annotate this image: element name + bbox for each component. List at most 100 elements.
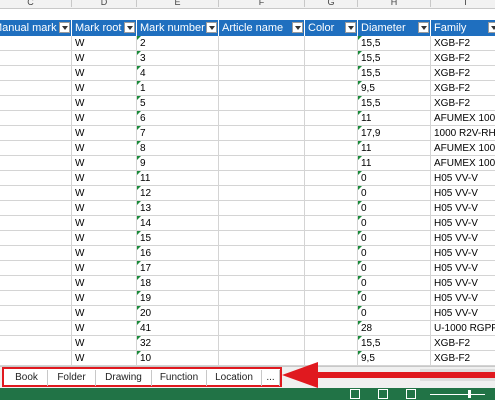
filter-dropdown-icon[interactable] xyxy=(292,22,303,33)
cell-number[interactable]: 32 xyxy=(137,336,219,351)
cell-manual[interactable]: 0 xyxy=(0,276,72,291)
sheet-tab[interactable]: Location xyxy=(207,370,262,386)
cell-manual[interactable]: 0 xyxy=(0,246,72,261)
sheet-tab[interactable]: Drawing xyxy=(96,370,152,386)
cell-color[interactable] xyxy=(305,306,358,321)
column-header[interactable]: Article name xyxy=(219,20,305,36)
column-header[interactable]: Manual mark xyxy=(0,20,72,36)
cell-root[interactable]: W xyxy=(72,156,137,171)
cell-article[interactable] xyxy=(219,141,305,156)
cell-manual[interactable]: 0 xyxy=(0,36,72,51)
cell-color[interactable] xyxy=(305,81,358,96)
cell-manual[interactable]: 0 xyxy=(0,171,72,186)
cell-article[interactable] xyxy=(219,336,305,351)
cell-article[interactable] xyxy=(219,321,305,336)
page-break-icon[interactable] xyxy=(406,389,416,399)
sheet-tab[interactable]: Function xyxy=(152,370,207,386)
cell-manual[interactable]: 0 xyxy=(0,141,72,156)
cell-root[interactable]: W xyxy=(72,36,137,51)
cell-article[interactable] xyxy=(219,291,305,306)
cell-root[interactable]: W xyxy=(72,111,137,126)
cell-diameter[interactable]: 15,5 xyxy=(358,66,431,81)
cell-number[interactable]: 5 xyxy=(137,96,219,111)
cell-manual[interactable]: 0 xyxy=(0,336,72,351)
cell-color[interactable] xyxy=(305,36,358,51)
cell-root[interactable]: W xyxy=(72,81,137,96)
cell-manual[interactable]: 0 xyxy=(0,321,72,336)
cell-family[interactable]: 1000 R2V-RH xyxy=(431,126,495,141)
cell-number[interactable]: 15 xyxy=(137,231,219,246)
cell-family[interactable]: XGB-F2 xyxy=(431,336,495,351)
cell-family[interactable]: H05 VV-V xyxy=(431,246,495,261)
cell-manual[interactable]: 0 xyxy=(0,96,72,111)
cell-color[interactable] xyxy=(305,171,358,186)
cell-family[interactable]: XGB-F2 xyxy=(431,96,495,111)
cell-root[interactable]: W xyxy=(72,216,137,231)
cell-family[interactable]: XGB-F2 xyxy=(431,81,495,96)
cell-number[interactable]: 2 xyxy=(137,36,219,51)
cell-diameter[interactable]: 0 xyxy=(358,246,431,261)
column-letter[interactable]: I xyxy=(431,0,495,7)
filter-dropdown-icon[interactable] xyxy=(488,22,495,33)
cell-family[interactable]: XGB-F2 xyxy=(431,36,495,51)
cell-family[interactable]: H05 VV-V xyxy=(431,201,495,216)
cell-number[interactable]: 19 xyxy=(137,291,219,306)
column-letter[interactable]: C xyxy=(0,0,72,7)
cell-root[interactable]: W xyxy=(72,66,137,81)
cell-diameter[interactable]: 11 xyxy=(358,156,431,171)
cell-manual[interactable]: 0 xyxy=(0,156,72,171)
cell-color[interactable] xyxy=(305,51,358,66)
cell-article[interactable] xyxy=(219,306,305,321)
cell-root[interactable]: W xyxy=(72,171,137,186)
cell-color[interactable] xyxy=(305,231,358,246)
normal-view-icon[interactable] xyxy=(350,389,360,399)
column-header[interactable]: Diameter xyxy=(358,20,431,36)
cell-number[interactable]: 17 xyxy=(137,261,219,276)
cell-article[interactable] xyxy=(219,66,305,81)
filter-dropdown-icon[interactable] xyxy=(124,22,135,33)
cell-article[interactable] xyxy=(219,186,305,201)
cell-article[interactable] xyxy=(219,231,305,246)
cell-manual[interactable]: 0 xyxy=(0,231,72,246)
cell-color[interactable] xyxy=(305,201,358,216)
cell-family[interactable]: H05 VV-V xyxy=(431,261,495,276)
cell-family[interactable]: H05 VV-V xyxy=(431,291,495,306)
cell-family[interactable]: H05 VV-V xyxy=(431,171,495,186)
cell-article[interactable] xyxy=(219,201,305,216)
cell-number[interactable]: 16 xyxy=(137,246,219,261)
cell-diameter[interactable]: 15,5 xyxy=(358,336,431,351)
cell-manual[interactable]: 0 xyxy=(0,186,72,201)
cell-root[interactable]: W xyxy=(72,201,137,216)
cell-color[interactable] xyxy=(305,111,358,126)
cell-diameter[interactable]: 0 xyxy=(358,291,431,306)
cell-color[interactable] xyxy=(305,186,358,201)
column-letter[interactable]: E xyxy=(137,0,219,7)
cell-root[interactable]: W xyxy=(72,351,137,366)
cell-number[interactable]: 12 xyxy=(137,186,219,201)
cell-root[interactable]: W xyxy=(72,306,137,321)
cell-diameter[interactable]: 0 xyxy=(358,186,431,201)
cell-family[interactable]: H05 VV-V xyxy=(431,306,495,321)
cell-family[interactable]: AFUMEX 1000 xyxy=(431,111,495,126)
sheet-tab[interactable]: Folder xyxy=(48,370,96,386)
cell-number[interactable]: 9 xyxy=(137,156,219,171)
cell-root[interactable]: W xyxy=(72,231,137,246)
cell-root[interactable]: W xyxy=(72,246,137,261)
cell-color[interactable] xyxy=(305,276,358,291)
cell-diameter[interactable]: 15,5 xyxy=(358,36,431,51)
cell-manual[interactable]: 0 xyxy=(0,81,72,96)
cell-number[interactable]: 18 xyxy=(137,276,219,291)
cell-color[interactable] xyxy=(305,336,358,351)
filter-dropdown-icon[interactable] xyxy=(206,22,217,33)
cell-color[interactable] xyxy=(305,156,358,171)
cell-color[interactable] xyxy=(305,96,358,111)
cell-family[interactable]: H05 VV-V xyxy=(431,186,495,201)
cell-number[interactable]: 10 xyxy=(137,351,219,366)
column-header[interactable]: Family xyxy=(431,20,495,36)
cell-family[interactable]: XGB-F2 xyxy=(431,351,495,366)
cell-manual[interactable]: 0 xyxy=(0,111,72,126)
cell-number[interactable]: 8 xyxy=(137,141,219,156)
cell-number[interactable]: 6 xyxy=(137,111,219,126)
cell-root[interactable]: W xyxy=(72,336,137,351)
cell-family[interactable]: U-1000 RGPFV xyxy=(431,321,495,336)
